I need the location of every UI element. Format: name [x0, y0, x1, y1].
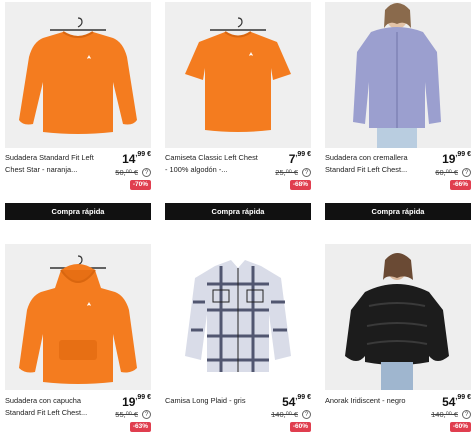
info-icon[interactable]: ?: [462, 168, 471, 177]
product-name[interactable]: Sudadera con capucha Standard Fit Left C…: [5, 395, 100, 419]
product-name[interactable]: Sudadera con cremallera Standard Fit Lef…: [325, 152, 420, 176]
product-price: 54,99 €: [282, 394, 311, 409]
discount-badge: -60%: [449, 422, 471, 432]
product-image[interactable]: [5, 244, 151, 390]
price-decimals: ,99 €: [135, 151, 151, 158]
product-price: 19,99 €: [122, 394, 151, 409]
price-decimals-value: 99 €: [457, 151, 471, 158]
price-integer: 54: [282, 395, 296, 409]
price-decimals-value: 99 €: [297, 151, 311, 158]
product-image[interactable]: [165, 2, 311, 148]
price-decimals: ,99 €: [455, 394, 471, 401]
product-image[interactable]: [325, 2, 471, 148]
product-name[interactable]: Camiseta Classic Left Chest - 100% algod…: [165, 152, 260, 176]
price-decimals-value: 99 €: [297, 394, 311, 401]
price-integer: 14: [122, 152, 136, 166]
price-decimals: ,99 €: [295, 394, 311, 401]
info-icon[interactable]: ?: [142, 410, 151, 419]
price-decimals-value: 99 €: [457, 394, 471, 401]
product-name[interactable]: Anorak Iridiscent - negro: [325, 395, 420, 407]
product-price: 14,99 €: [122, 151, 151, 166]
quick-buy-button[interactable]: Compra rápida: [165, 203, 311, 220]
discount-badge: -70%: [129, 180, 151, 190]
price-decimals: ,99 €: [295, 151, 311, 158]
product-name[interactable]: Sudadera Standard Fit Left Chest Star - …: [5, 152, 100, 176]
product-price: 54,99 €: [442, 394, 471, 409]
info-icon[interactable]: ?: [302, 410, 311, 419]
product-price: 19,99 €: [442, 151, 471, 166]
quick-buy-button[interactable]: Compra rápida: [325, 203, 471, 220]
price-decimals-value: 99 €: [137, 394, 151, 401]
original-price: 50,⁰⁰ €: [115, 168, 138, 177]
price-decimals-value: 99 €: [137, 151, 151, 158]
price-integer: 54: [442, 395, 456, 409]
price-integer: 19: [122, 395, 136, 409]
product-name[interactable]: Camisa Long Plaid - gris: [165, 395, 260, 407]
original-price: 25,⁰⁰ €: [275, 168, 298, 177]
discount-badge: -60%: [289, 422, 311, 432]
info-icon[interactable]: ?: [142, 168, 151, 177]
quick-buy-button[interactable]: Compra rápida: [5, 203, 151, 220]
original-price: 55,⁰⁰ €: [115, 410, 138, 419]
discount-badge: -68%: [289, 180, 311, 190]
product-image[interactable]: [325, 244, 471, 390]
original-price: 140,⁰⁰ €: [271, 410, 298, 419]
info-icon[interactable]: ?: [302, 168, 311, 177]
discount-badge: -63%: [129, 422, 151, 432]
original-price: 140,⁰⁰ €: [431, 410, 458, 419]
discount-badge: -66%: [449, 180, 471, 190]
product-image[interactable]: [165, 244, 311, 390]
original-price: 60,⁰⁰ €: [435, 168, 458, 177]
price-decimals: ,99 €: [455, 151, 471, 158]
product-price: 7,99 €: [289, 151, 311, 166]
product-grid: Sudadera Standard Fit Left Chest Star - …: [0, 0, 475, 446]
price-integer: 19: [442, 152, 456, 166]
product-image[interactable]: [5, 2, 151, 148]
price-decimals: ,99 €: [135, 394, 151, 401]
info-icon[interactable]: ?: [462, 410, 471, 419]
